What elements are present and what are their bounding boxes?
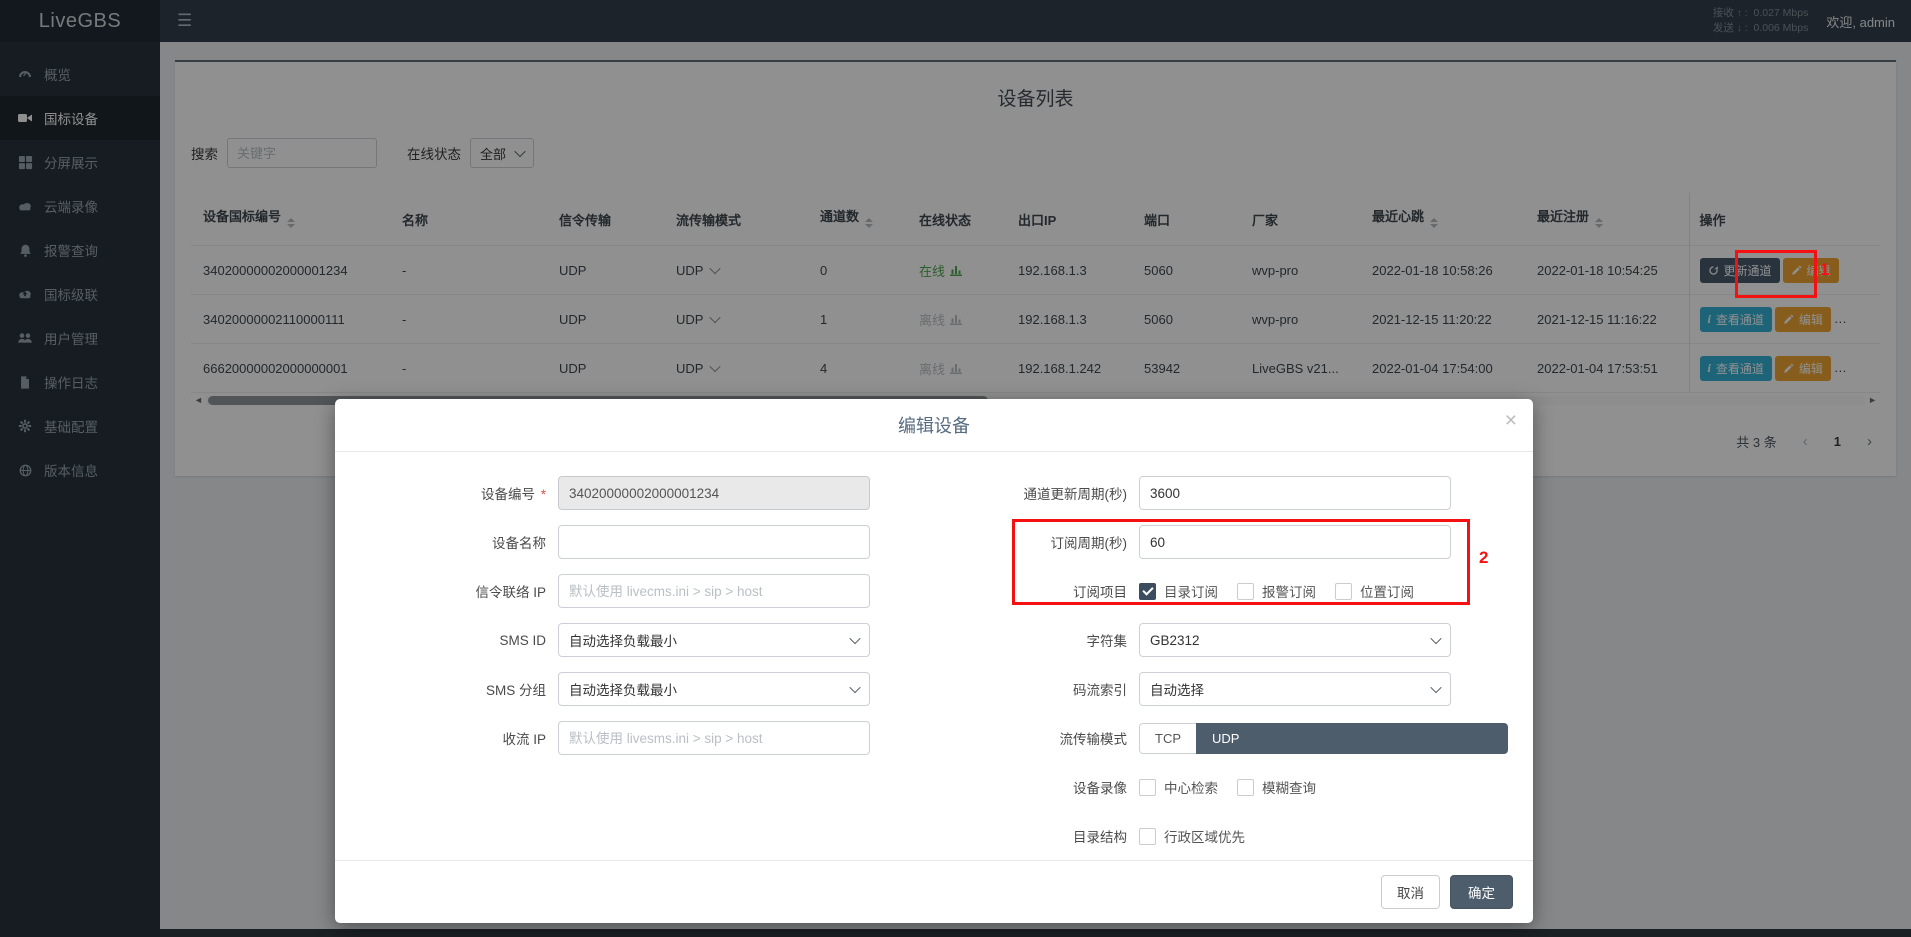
sip-host-field[interactable] bbox=[558, 574, 870, 608]
sms-id-select[interactable]: 自动选择负载最小 bbox=[558, 623, 870, 657]
sip-host-label: 信令联络 IP bbox=[345, 581, 558, 601]
device-id-field bbox=[558, 476, 870, 510]
recv-ip-label: 收流 IP bbox=[345, 728, 558, 748]
checkbox-label: 报警订阅 bbox=[1262, 581, 1316, 601]
checkbox-center-search[interactable] bbox=[1139, 779, 1156, 796]
channel-refresh-field[interactable] bbox=[1139, 476, 1451, 510]
checkbox-label: 模糊查询 bbox=[1262, 777, 1316, 797]
modal-header: 编辑设备 × bbox=[335, 399, 1533, 452]
checkbox-fuzzy-query[interactable] bbox=[1237, 779, 1254, 796]
device-record-label: 设备录像 bbox=[900, 777, 1139, 797]
charset-label: 字符集 bbox=[900, 630, 1139, 650]
stream-mode-label: 流传输模式 bbox=[900, 728, 1139, 748]
charset-select[interactable]: GB2312 bbox=[1139, 623, 1451, 657]
checkbox-directory-subscribe[interactable] bbox=[1139, 583, 1156, 600]
dir-structure-label: 目录结构 bbox=[900, 826, 1139, 846]
udp-option[interactable]: UDP bbox=[1196, 723, 1508, 754]
required-asterisk: * bbox=[541, 487, 546, 502]
device-name-label: 设备名称 bbox=[345, 532, 558, 552]
edit-device-modal: 编辑设备 × 设备编号 * 设备名称 信令联络 IP SMS ID bbox=[335, 399, 1533, 923]
checkbox-alarm-subscribe[interactable] bbox=[1237, 583, 1254, 600]
cancel-button[interactable]: 取消 bbox=[1381, 875, 1440, 909]
checkbox-admin-region-first[interactable] bbox=[1139, 828, 1156, 845]
channel-refresh-label: 通道更新周期(秒) bbox=[900, 483, 1139, 503]
chevron-down-icon bbox=[849, 633, 860, 644]
tcp-option[interactable]: TCP bbox=[1139, 723, 1196, 754]
checkbox-label: 中心检索 bbox=[1164, 777, 1218, 797]
chevron-down-icon bbox=[1430, 633, 1441, 644]
chevron-down-icon bbox=[849, 682, 860, 693]
confirm-button[interactable]: 确定 bbox=[1450, 875, 1513, 909]
stream-index-label: 码流索引 bbox=[900, 679, 1139, 699]
device-id-label: 设备编号 * bbox=[345, 483, 558, 503]
app-root: LiveGBS 概览 国标设备 分屏展示 云端录像 报警查询 bbox=[0, 0, 1911, 937]
close-icon[interactable]: × bbox=[1505, 410, 1517, 431]
chevron-down-icon bbox=[1430, 682, 1441, 693]
subscribe-interval-field[interactable] bbox=[1139, 525, 1451, 559]
stream-mode-toggle: TCP UDP bbox=[1139, 723, 1508, 754]
checkbox-label: 目录订阅 bbox=[1164, 581, 1218, 601]
modal-footer: 取消 确定 bbox=[335, 860, 1533, 923]
sms-group-label: SMS 分组 bbox=[345, 679, 558, 699]
modal-left-column: 设备编号 * 设备名称 信令联络 IP SMS ID 自动选择负载最小 SMS … bbox=[345, 476, 900, 868]
recv-ip-field[interactable] bbox=[558, 721, 870, 755]
device-name-field[interactable] bbox=[558, 525, 870, 559]
checkbox-label: 位置订阅 bbox=[1360, 581, 1414, 601]
sms-group-select[interactable]: 自动选择负载最小 bbox=[558, 672, 870, 706]
subscribe-items-label: 订阅项目 bbox=[900, 581, 1139, 601]
sms-id-label: SMS ID bbox=[345, 633, 558, 648]
modal-right-column: 通道更新周期(秒) 订阅周期(秒) 订阅项目 目录订阅 报警订阅 位置订阅 字符… bbox=[900, 476, 1513, 868]
checkbox-label: 行政区域优先 bbox=[1164, 826, 1245, 846]
stream-index-select[interactable]: 自动选择 bbox=[1139, 672, 1451, 706]
modal-body: 设备编号 * 设备名称 信令联络 IP SMS ID 自动选择负载最小 SMS … bbox=[335, 452, 1533, 868]
subscribe-interval-label: 订阅周期(秒) bbox=[900, 532, 1139, 552]
modal-title: 编辑设备 bbox=[898, 412, 970, 438]
checkbox-position-subscribe[interactable] bbox=[1335, 583, 1352, 600]
